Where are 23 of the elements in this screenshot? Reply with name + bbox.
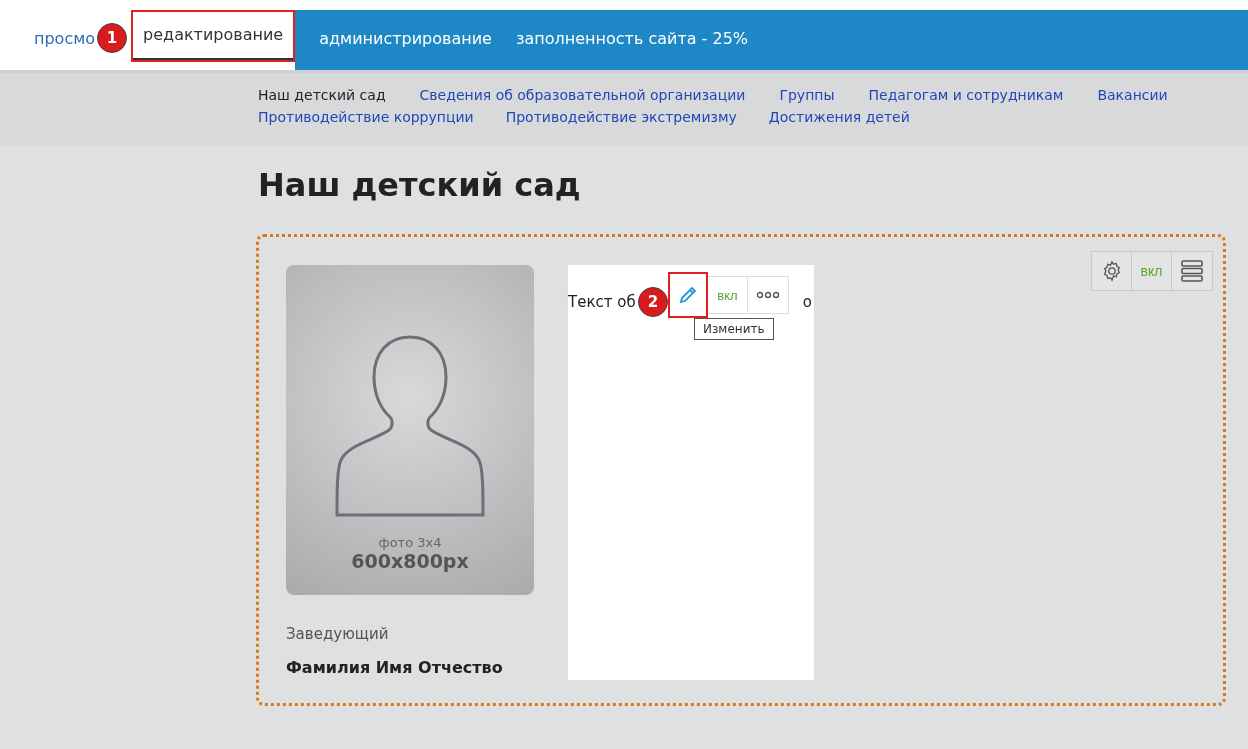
nav-link[interactable]: Педагогам и сотрудникам xyxy=(868,87,1064,103)
page-title: Наш детский сад xyxy=(258,166,582,204)
photo-size: 600x800px xyxy=(351,550,469,572)
top-tab[interactable]: просмо xyxy=(0,10,98,70)
nav-link[interactable]: Противодействие коррупции xyxy=(258,109,474,125)
step-marker: 1 xyxy=(97,23,128,53)
nav-link[interactable]: Группы xyxy=(779,87,835,103)
nav-link[interactable]: Достижения детей xyxy=(768,109,910,125)
text-content: Текст об xyxy=(568,293,636,311)
person-role: Заведующий xyxy=(286,625,390,643)
tooltip: Изменить xyxy=(694,318,774,340)
photo-caption: фото 3х4 xyxy=(378,535,442,550)
toggle-button[interactable]: вкл xyxy=(708,276,748,314)
edit-icon[interactable] xyxy=(668,272,708,318)
nav-link[interactable]: Сведения об образовательной организации xyxy=(419,87,746,103)
more-icon[interactable] xyxy=(748,276,789,314)
text-content: о xyxy=(802,293,812,311)
nav-link[interactable]: Наш детский сад xyxy=(258,87,386,103)
step-marker: 2 xyxy=(638,287,668,317)
person-name: Фамилия Имя Отчество xyxy=(286,658,504,677)
nav-link[interactable]: Противодействие экстремизму xyxy=(505,109,737,125)
top-tab[interactable]: заполненность сайта - 25% xyxy=(503,10,761,70)
nav-link[interactable]: Вакансии xyxy=(1097,87,1168,103)
